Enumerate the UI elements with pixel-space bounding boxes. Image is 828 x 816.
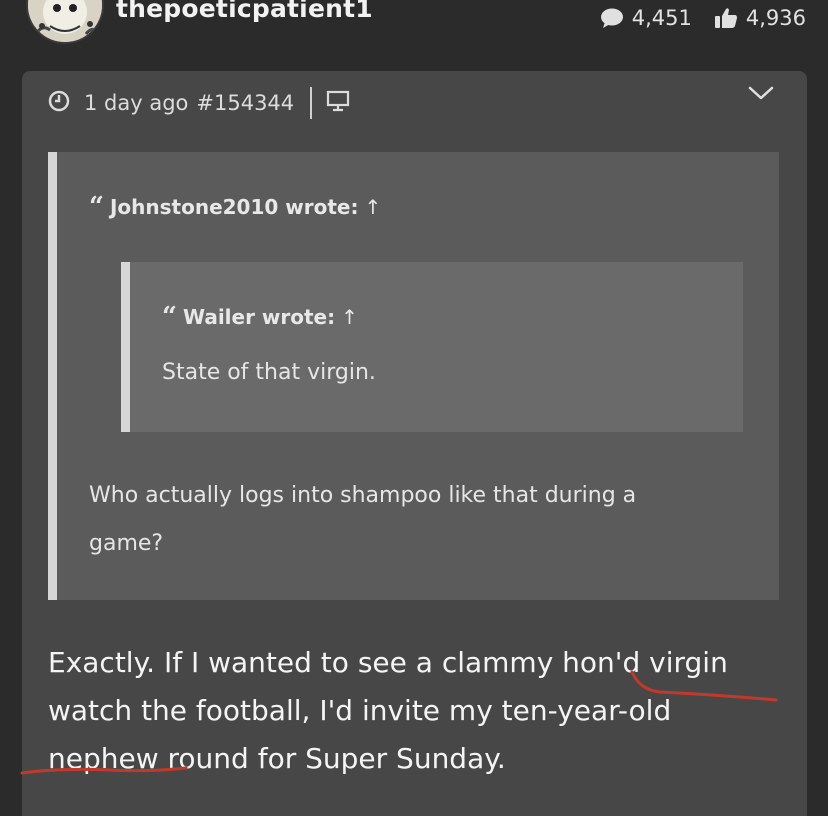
post-id-link[interactable]: #154344 xyxy=(196,91,294,115)
comments-count: 4,451 xyxy=(631,6,692,30)
comment-bubble-icon xyxy=(600,7,624,29)
likes-count: 4,936 xyxy=(745,6,806,30)
clock-icon xyxy=(48,90,70,117)
chevron-down-icon[interactable] xyxy=(747,83,775,103)
username[interactable]: thepoeticpatient1 xyxy=(116,0,373,23)
post-meta: 1 day ago #154344 xyxy=(48,87,350,119)
quote-block-inner: “ Wailer wrote: ↑ State of that virgin. xyxy=(121,262,743,432)
quote-body-outer: Who actually logs into shampoo like that… xyxy=(89,483,637,556)
post-body: Exactly. If I wanted to see a clammy hon… xyxy=(48,646,728,775)
user-stats: 4,451 4,936 xyxy=(600,6,806,30)
quote-author-outer: Johnstone2010 wrote: xyxy=(109,195,359,219)
quote-body-inner: State of that virgin. xyxy=(162,360,376,385)
arrow-up-icon[interactable]: ↑ xyxy=(364,195,381,219)
quote-mark-icon: “ xyxy=(89,192,104,222)
arrow-up-icon[interactable]: ↑ xyxy=(341,305,358,329)
quote-mark-icon: “ xyxy=(162,302,177,332)
post-card: 1 day ago #154344 “ Johnstone2010 wrote:… xyxy=(22,71,807,816)
forum-page: thepoeticpatient1 4,451 4,936 1 day ago … xyxy=(0,0,828,816)
thumbs-up-icon xyxy=(714,7,738,29)
likes-stat: 4,936 xyxy=(714,6,806,30)
desktop-icon xyxy=(326,90,350,117)
quote-header-inner: “ Wailer wrote: ↑ xyxy=(162,304,358,330)
quote-header-outer: “ Johnstone2010 wrote: ↑ xyxy=(89,194,381,220)
post-time[interactable]: 1 day ago xyxy=(84,91,188,115)
comments-stat: 4,451 xyxy=(600,6,692,30)
quote-block-outer: “ Johnstone2010 wrote: ↑ “ Wailer wrote:… xyxy=(48,152,779,600)
avatar[interactable] xyxy=(26,0,104,44)
meta-divider xyxy=(310,87,313,119)
quote-author-inner: Wailer wrote: xyxy=(182,305,336,329)
